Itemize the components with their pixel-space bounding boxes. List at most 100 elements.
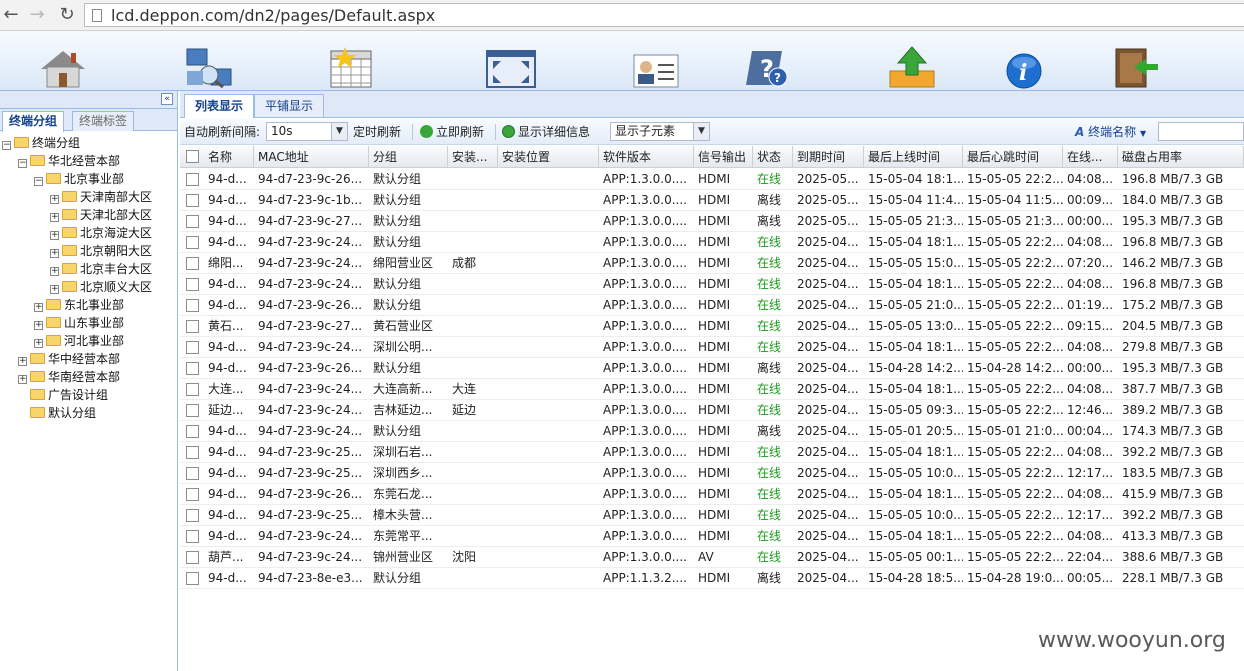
expand-icon[interactable]: + <box>50 249 59 258</box>
column-header-online-duration[interactable]: 在线... <box>1063 146 1118 168</box>
show-details-button[interactable]: 显示详细信息 <box>502 123 590 141</box>
table-row[interactable]: 94-d... 94-d7-23-9c-26... 默认分组 APP:1.3.0.0.… <box>180 358 1244 379</box>
refresh-interval-select[interactable]: 10s ▼ <box>266 122 348 141</box>
table-row[interactable]: 94-d... 94-d7-23-9c-26... 东莞石龙... APP:1.3.0… <box>180 484 1244 505</box>
column-header-signal-output[interactable]: 信号输出 <box>694 146 753 168</box>
tree-node[interactable]: + 山东事业部 <box>34 314 124 332</box>
row-checkbox[interactable] <box>186 362 199 375</box>
home-icon[interactable] <box>37 45 89 89</box>
calendar-icon[interactable] <box>325 45 377 89</box>
tree-node[interactable]: + 河北事业部 <box>34 332 124 350</box>
expand-icon[interactable]: + <box>50 285 59 294</box>
table-row[interactable]: 94-d... 94-d7-23-9c-26... 默认分组 APP:1.3.0.0.… <box>180 169 1244 190</box>
expand-icon[interactable]: + <box>50 267 59 276</box>
column-header-mac[interactable]: MAC地址 <box>254 146 369 168</box>
table-row[interactable]: 黄石... 94-d7-23-9c-27... 黄石营业区 APP:1.3.0.0..… <box>180 316 1244 337</box>
help-icon[interactable]: ? ? <box>742 45 794 89</box>
tree-node[interactable]: − 华北经营本部 <box>18 152 120 170</box>
tree-node[interactable]: + 天津南部大区 <box>50 188 152 206</box>
expand-icon[interactable]: + <box>34 339 43 348</box>
row-checkbox[interactable] <box>186 425 199 438</box>
table-row[interactable]: 94-d... 94-d7-23-9c-27... 默认分组 APP:1.3.0.0.… <box>180 211 1244 232</box>
fullscreen-icon[interactable] <box>485 45 537 89</box>
select-all-checkbox[interactable] <box>186 150 199 163</box>
user-card-icon[interactable] <box>630 45 682 89</box>
back-arrow-icon[interactable]: ← <box>0 4 22 26</box>
timed-refresh-button[interactable]: 定时刷新 <box>353 123 401 141</box>
table-row[interactable]: 94-d... 94-d7-23-9c-24... 深圳公明... APP:1.3.0… <box>180 337 1244 358</box>
column-header-last-heartbeat[interactable]: 最后心跳时间 <box>963 146 1063 168</box>
forward-arrow-icon[interactable]: → <box>26 4 48 26</box>
column-header-software-version[interactable]: 软件版本 <box>599 146 694 168</box>
tree-node[interactable]: − 北京事业部 <box>34 170 124 188</box>
table-row[interactable]: 94-d... 94-d7-23-9c-25... 深圳西乡... APP:1.3.0… <box>180 463 1244 484</box>
column-header-status[interactable]: 状态 <box>753 146 793 168</box>
row-checkbox[interactable] <box>186 215 199 228</box>
table-row[interactable]: 94-d... 94-d7-23-9c-24... 默认分组 APP:1.3.0.0.… <box>180 232 1244 253</box>
tree-node[interactable]: + 北京海淀大区 <box>50 224 152 242</box>
column-header-name[interactable]: 名称 <box>204 146 254 168</box>
tree-node[interactable]: + 天津北部大区 <box>50 206 152 224</box>
row-checkbox[interactable] <box>186 341 199 354</box>
table-row[interactable]: 94-d... 94-d7-23-9c-24... 东莞常平... APP:1.3.0… <box>180 526 1244 547</box>
expand-icon[interactable]: + <box>50 195 59 204</box>
table-row[interactable]: 94-d... 94-d7-23-8e-e3... 默认分组 APP:1.1.3.2.… <box>180 568 1244 589</box>
table-row[interactable]: 延边... 94-d7-23-9c-24... 吉林延边... 延边 APP:1.3.0… <box>180 400 1244 421</box>
table-row[interactable]: 葫芦... 94-d7-23-9c-24... 锦州营业区 沈阳 APP:1.3.0.0… <box>180 547 1244 568</box>
row-checkbox[interactable] <box>186 446 199 459</box>
column-header-last-online[interactable]: 最后上线时间 <box>864 146 963 168</box>
row-checkbox[interactable] <box>186 299 199 312</box>
collapse-icon[interactable]: « <box>161 93 173 105</box>
row-checkbox[interactable] <box>186 530 199 543</box>
expand-icon[interactable]: + <box>34 321 43 330</box>
expand-icon[interactable]: + <box>18 375 27 384</box>
expand-icon[interactable]: + <box>34 303 43 312</box>
collapse-icon[interactable]: − <box>2 141 11 150</box>
tab-list-view[interactable]: 列表显示 <box>184 94 255 118</box>
network-icon[interactable] <box>183 45 235 89</box>
table-row[interactable]: 94-d... 94-d7-23-9c-26... 默认分组 APP:1.3.0.0.… <box>180 295 1244 316</box>
table-row[interactable]: 94-d... 94-d7-23-9c-24... 默认分组 APP:1.3.0.0.… <box>180 421 1244 442</box>
row-checkbox[interactable] <box>186 551 199 564</box>
tree-node[interactable]: − 终端分组 <box>2 134 80 152</box>
expand-icon[interactable]: + <box>50 231 59 240</box>
tree-node[interactable]: + 北京丰台大区 <box>50 260 152 278</box>
table-row[interactable]: 94-d... 94-d7-23-9c-25... 樟木头营... APP:1.3.0… <box>180 505 1244 526</box>
reload-icon[interactable]: ↻ <box>56 4 78 26</box>
tab-terminal-group[interactable]: 终端分组 <box>2 111 65 132</box>
search-input[interactable] <box>1158 122 1244 141</box>
row-checkbox[interactable] <box>186 173 199 186</box>
refresh-now-button[interactable]: 立即刷新 <box>420 123 484 141</box>
table-row[interactable]: 94-d... 94-d7-23-9c-1b... 默认分组 APP:1.3.0.0.… <box>180 190 1244 211</box>
table-row[interactable]: 绵阳... 94-d7-23-9c-24... 绵阳营业区 成都 APP:1.3.0.0… <box>180 253 1244 274</box>
row-checkbox[interactable] <box>186 278 199 291</box>
info-icon[interactable]: i <box>998 45 1050 89</box>
tree-node[interactable]: + 华中经营本部 <box>18 350 120 368</box>
table-row[interactable]: 94-d... 94-d7-23-9c-24... 默认分组 APP:1.3.0.0.… <box>180 274 1244 295</box>
exit-icon[interactable] <box>1110 45 1162 89</box>
collapse-icon[interactable]: − <box>18 159 27 168</box>
row-checkbox[interactable] <box>186 404 199 417</box>
row-checkbox[interactable] <box>186 194 199 207</box>
tab-terminal-tag[interactable]: 终端标签 <box>72 111 135 131</box>
show-children-select[interactable]: 显示子元素 ▼ <box>610 122 710 141</box>
row-checkbox[interactable] <box>186 572 199 585</box>
tree-node[interactable]: 默认分组 <box>18 404 96 422</box>
row-checkbox[interactable] <box>186 257 199 270</box>
table-row[interactable]: 大连... 94-d7-23-9c-24... 大连高新... 大连 APP:1.3.0… <box>180 379 1244 400</box>
row-checkbox[interactable] <box>186 509 199 522</box>
row-checkbox[interactable] <box>186 467 199 480</box>
collapse-icon[interactable]: − <box>34 177 43 186</box>
row-checkbox[interactable] <box>186 320 199 333</box>
column-header-install-short[interactable]: 安装... <box>448 146 498 168</box>
row-checkbox[interactable] <box>186 383 199 396</box>
upload-icon[interactable] <box>886 45 938 89</box>
tree-node[interactable]: + 北京顺义大区 <box>50 278 152 296</box>
tree-node[interactable]: + 华南经营本部 <box>18 368 120 386</box>
column-header-disk-usage[interactable]: 磁盘占用率 <box>1118 146 1244 168</box>
terminal-name-menu[interactable]: A 终端名称 ▼ <box>1075 123 1146 141</box>
tree-node[interactable]: + 东北事业部 <box>34 296 124 314</box>
table-row[interactable]: 94-d... 94-d7-23-9c-25... 深圳石岩... APP:1.3.0… <box>180 442 1244 463</box>
column-header-install-location[interactable]: 安装位置 <box>498 146 599 168</box>
column-header-group[interactable]: 分组 <box>369 146 448 168</box>
